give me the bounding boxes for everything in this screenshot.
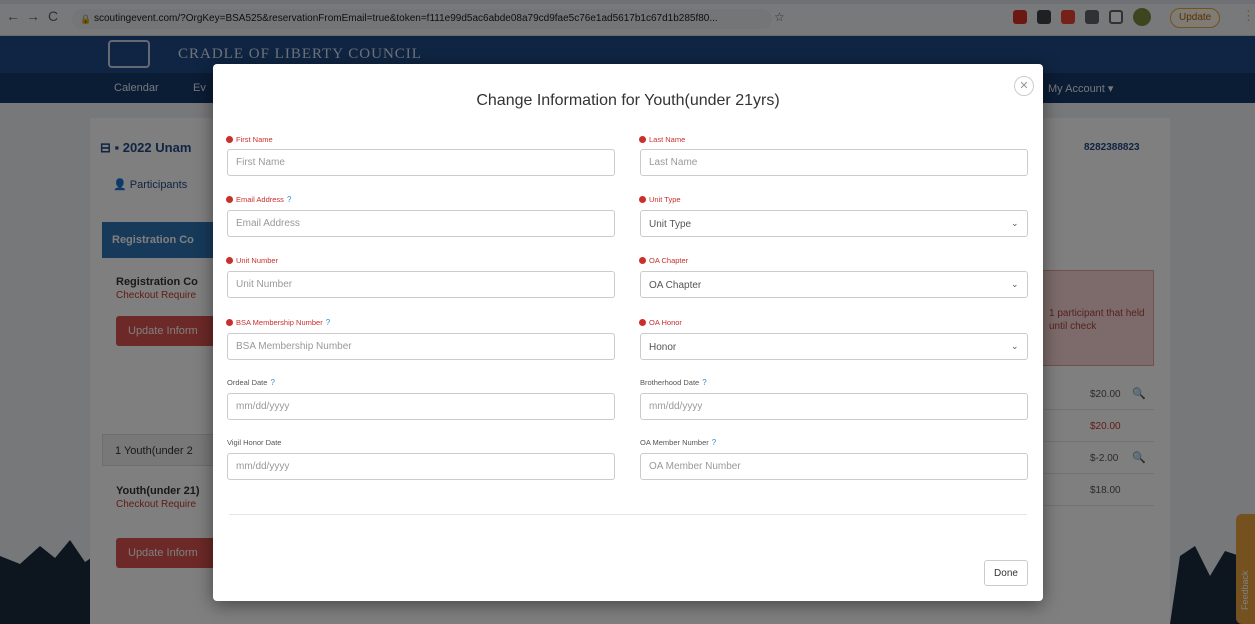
bsa-number-label: BSA Membership Number? — [226, 318, 330, 327]
change-information-modal: Change Information for Youth(under 21yrs… — [213, 64, 1043, 601]
email-field[interactable] — [227, 210, 615, 237]
required-icon — [226, 136, 233, 143]
oa-honor-label: OA Honor — [639, 318, 682, 327]
unit-type-label: Unit Type — [639, 195, 681, 204]
help-icon[interactable]: ? — [326, 318, 330, 327]
vigil-honor-date-label: Vigil Honor Date — [227, 438, 282, 447]
email-label: Email Address? — [226, 195, 291, 204]
required-icon — [226, 319, 233, 326]
brotherhood-date-label: Brotherhood Date? — [640, 378, 707, 387]
first-name-label: First Name — [226, 135, 273, 144]
unit-type-value: Unit Type — [649, 219, 692, 230]
ordeal-date-label: Ordeal Date? — [227, 378, 275, 387]
required-icon — [226, 257, 233, 264]
brotherhood-date-field[interactable] — [640, 393, 1028, 420]
required-icon — [639, 257, 646, 264]
modal-divider — [229, 514, 1027, 515]
last-name-field[interactable] — [640, 149, 1028, 176]
required-icon — [639, 196, 646, 203]
unit-number-label: Unit Number — [226, 256, 278, 265]
chevron-down-icon: ⌄ — [1011, 341, 1019, 351]
required-icon — [639, 136, 646, 143]
oa-honor-select[interactable]: Honor ⌄ — [640, 333, 1028, 360]
last-name-label: Last Name — [639, 135, 685, 144]
chevron-down-icon: ⌄ — [1011, 279, 1019, 289]
help-icon[interactable]: ? — [712, 438, 716, 447]
bsa-membership-number-field[interactable] — [227, 333, 615, 360]
required-icon — [226, 196, 233, 203]
oa-chapter-label: OA Chapter — [639, 256, 688, 265]
help-icon[interactable]: ? — [702, 378, 706, 387]
unit-number-field[interactable] — [227, 271, 615, 298]
help-icon[interactable]: ? — [270, 378, 274, 387]
close-icon[interactable]: ✕ — [1014, 76, 1034, 96]
oa-honor-value: Honor — [649, 342, 677, 353]
required-icon — [639, 319, 646, 326]
oa-member-number-label: OA Member Number? — [640, 438, 717, 447]
vigil-honor-date-field[interactable] — [227, 453, 615, 480]
unit-type-select[interactable]: Unit Type ⌄ — [640, 210, 1028, 237]
oa-chapter-select[interactable]: OA Chapter ⌄ — [640, 271, 1028, 298]
oa-chapter-value: OA Chapter — [649, 280, 702, 291]
first-name-field[interactable] — [227, 149, 615, 176]
help-icon[interactable]: ? — [287, 195, 291, 204]
ordeal-date-field[interactable] — [227, 393, 615, 420]
chevron-down-icon: ⌄ — [1011, 218, 1019, 228]
done-button[interactable]: Done — [984, 560, 1028, 586]
oa-member-number-field[interactable] — [640, 453, 1028, 480]
modal-title: Change Information for Youth(under 21yrs… — [476, 92, 780, 109]
